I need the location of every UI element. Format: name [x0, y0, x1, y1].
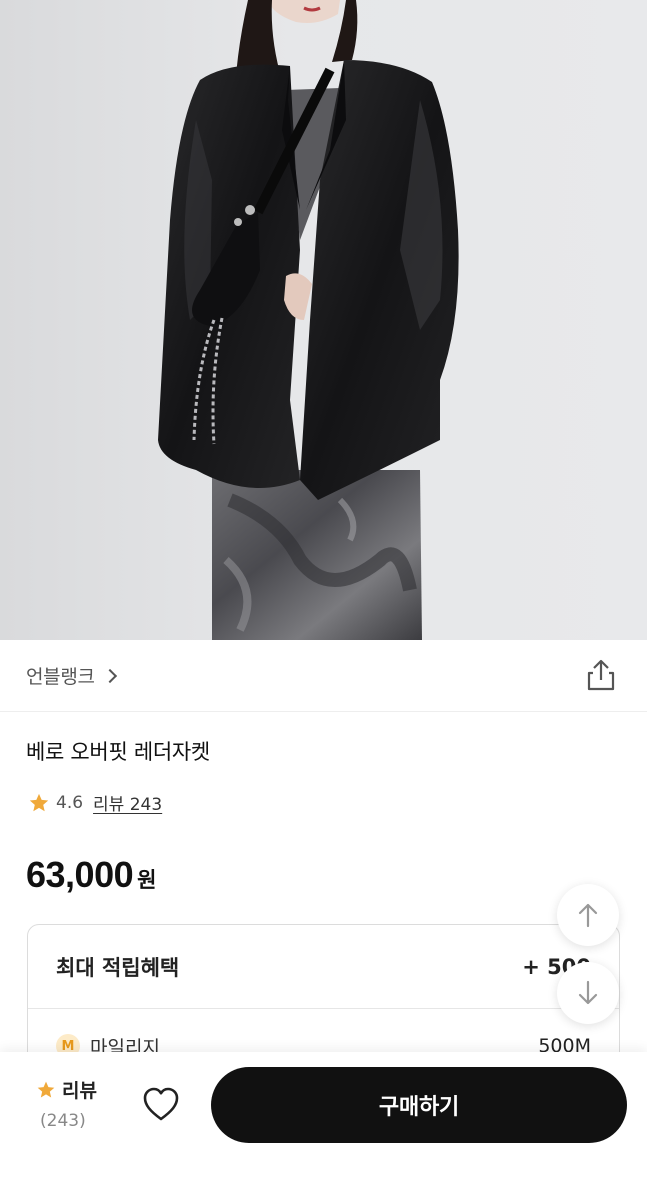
product-title: 베로 오버핏 레더자켓 — [26, 740, 210, 764]
wishlist-button[interactable] — [140, 1084, 182, 1124]
benefit-title: 최대 적립혜택 — [56, 955, 180, 980]
star-icon — [29, 793, 49, 811]
product-image — [0, 0, 647, 640]
price: 63,000 — [26, 854, 134, 895]
arrow-down-icon — [578, 980, 598, 1005]
brand-link[interactable]: 언블랭크 — [26, 662, 117, 689]
rating-value: 4.6 — [56, 792, 84, 813]
scroll-up-button[interactable] — [557, 884, 619, 946]
arrow-up-icon — [578, 903, 598, 928]
price-row: 63,000 원 — [26, 854, 156, 896]
benefit-header[interactable]: 최대 적립혜택 + 500 — [28, 925, 619, 1009]
bottom-review-label: 리뷰 — [62, 1080, 97, 1102]
brand-row: 언블랭크 — [0, 640, 647, 712]
heart-icon — [143, 1087, 179, 1121]
chevron-right-icon — [102, 668, 117, 684]
share-button[interactable] — [585, 658, 617, 692]
product-photo-illustration — [158, 0, 459, 640]
buy-button[interactable]: 구매하기 — [211, 1067, 627, 1143]
review-link[interactable]: 리뷰 243 — [93, 790, 162, 815]
scroll-down-button[interactable] — [557, 962, 619, 1024]
bottom-review-count: (243) — [40, 1111, 86, 1131]
bottom-review-button[interactable]: 리뷰 (243) — [36, 1076, 116, 1131]
currency: 원 — [137, 868, 157, 892]
brand-name: 언블랭크 — [26, 666, 95, 688]
star-icon — [37, 1081, 55, 1097]
rating-row: 4.6 리뷰 243 — [28, 790, 162, 815]
share-icon — [587, 659, 615, 691]
bottom-action-bar: 리뷰 (243) 구매하기 — [0, 1052, 647, 1200]
